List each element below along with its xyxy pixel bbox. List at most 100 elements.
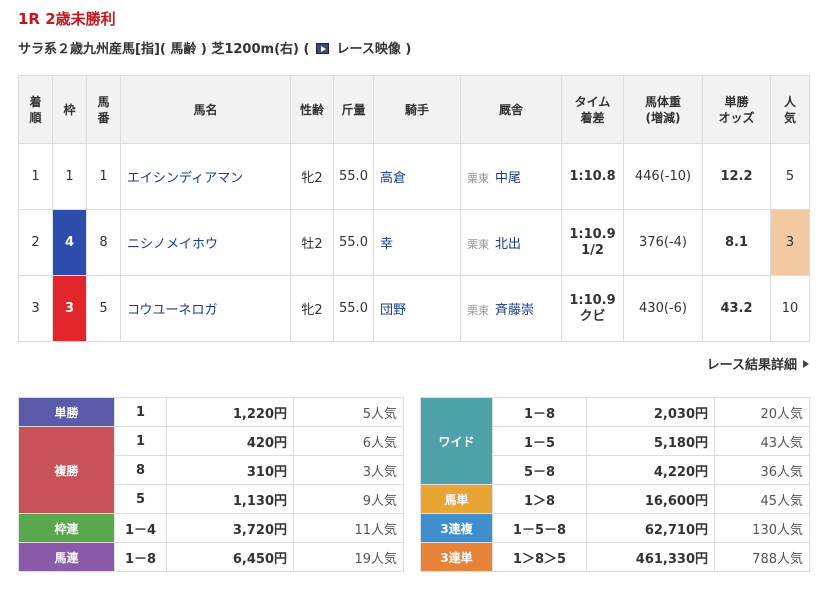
payout-popularity: 130人気 [714,513,810,543]
jockey-link[interactable]: 幸 [380,237,393,252]
payout-popularity: 3人気 [293,455,404,485]
payout-amount: 2,030円 [586,397,715,427]
popularity: 5 [770,143,810,210]
payout-popularity: 36人気 [714,455,810,485]
rank: 2 [18,209,53,276]
payout-combo: 1－5－8 [492,513,587,543]
payout-amount: 5,180円 [586,426,715,456]
col-jockey: 騎手 [373,75,461,144]
win-odds: 8.1 [702,209,771,276]
label-umaren: 馬連 [18,542,115,572]
payout-row-tansho: 単勝 1 1,220円 5人気 [18,397,404,427]
win-odds: 12.2 [702,143,771,210]
sex-age: 牝2 [290,275,334,342]
horse-name[interactable]: エイシンディアマン [120,143,291,210]
payout-popularity: 6人気 [293,426,404,456]
payout-combo: 1－5 [492,426,587,456]
rank: 1 [18,143,53,210]
col-pop: 人気 [770,75,810,144]
payout-row-wakuren: 枠連 1－4 3,720円 11人気 [18,513,404,543]
payout-popularity: 43人気 [714,426,810,456]
waku: 3 [52,275,87,342]
chevron-right-icon [803,360,809,368]
table-row: 2 4 8 ニシノメイホウ 牡2 55.0 幸 栗東 北出 1:10.9 1/2 3… [18,209,810,276]
col-body: 馬体重 (増減) [623,75,703,144]
race-conditions: サラ系２歳九州産馬[指]( 馬齢 ) 芝1200m(右) ( レース映像 ) [18,38,411,57]
payout-amount: 310円 [166,455,294,485]
payout-popularity: 45人気 [714,484,810,514]
label-sanrentan: 3連単 [420,542,493,572]
label-wide: ワイド [420,397,493,485]
payout-popularity: 20人気 [714,397,810,427]
col-weight: 斤量 [333,75,374,144]
payout-popularity: 788人気 [714,542,810,572]
payout-row-wide: ワイド 1－8 2,030円 20人気 [420,397,810,485]
horse-link[interactable]: コウユーネロガ [127,303,217,318]
col-umaban: 馬番 [86,75,121,144]
payout-amount: 4,220円 [586,455,715,485]
weight: 55.0 [333,275,374,342]
horse-name[interactable]: コウユーネロガ [120,275,291,342]
payout-amount: 6,450円 [166,542,294,572]
payout-row-fukusho: 複勝 1 420円 6人気 [18,426,404,514]
weight: 55.0 [333,143,374,210]
payout-table-right: ワイド 1－8 2,030円 20人気 1－5 5,180円 43人気 5－8 … [420,397,810,572]
jockey[interactable]: 幸 [373,209,461,276]
col-horse: 馬名 [120,75,291,144]
sex-age: 牡2 [290,209,334,276]
horse-link[interactable]: ニシノメイホウ [127,237,218,252]
payout-row-umaren: 馬連 1－8 6,450円 19人気 [18,542,404,572]
sex-age: 牝2 [290,143,334,210]
table-row: 1 1 1 エイシンディアマン 牝2 55.0 高倉 栗東 中尾 1:10.8 4… [18,143,810,210]
payout-amount: 420円 [166,426,294,456]
horse-link[interactable]: エイシンディアマン [127,171,243,186]
jockey-link[interactable]: 高倉 [380,171,406,186]
label-umatan: 馬単 [420,484,493,514]
payout-combo: 1－8 [492,397,587,427]
weight: 55.0 [333,209,374,276]
payout-row-sanrenpuku: 3連複 1－5－8 62,710円 130人気 [420,513,810,543]
col-odds: 単勝 オッズ [702,75,771,144]
payout-table-left: 単勝 1 1,220円 5人気 複勝 1 420円 6人気 8 310円 3人気… [18,397,404,572]
payout-amount: 62,710円 [586,513,715,543]
popularity: 10 [770,275,810,342]
trainer-link[interactable]: 中尾 [495,171,521,186]
jockey-link[interactable]: 団野 [380,303,406,318]
body-weight: 446(-10) [623,143,703,210]
col-time: タイム 着差 [561,75,624,144]
payout-row-umatan: 馬単 1＞8 16,600円 45人気 [420,484,810,514]
result-header-row: 着順 枠 馬番 馬名 性齢 斤量 騎手 厩舎 タイム 着差 馬体重 (増減) 単勝オ… [18,75,810,144]
body-weight: 430(-6) [623,275,703,342]
trainer-link[interactable]: 斉藤崇 [495,303,534,318]
payout-amount: 461,330円 [586,542,715,572]
body-weight: 376(-4) [623,209,703,276]
payout-popularity: 5人気 [293,397,404,427]
time: 1:10.9 クビ [561,275,624,342]
time: 1:10.9 1/2 [561,209,624,276]
trainer[interactable]: 栗東 中尾 [460,143,562,210]
race-detail-link[interactable]: レース結果詳細 [707,354,809,373]
col-rank: 着順 [18,75,53,144]
popularity: 3 [770,209,810,276]
payout-combo: 1－8 [114,542,167,572]
payout-combo: 1＞8 [492,484,587,514]
payout-popularity: 11人気 [293,513,404,543]
rank: 3 [18,275,53,342]
umaban: 5 [86,275,121,342]
jockey[interactable]: 団野 [373,275,461,342]
trainer[interactable]: 栗東 北出 [460,209,562,276]
trainer-region: 栗東 [467,172,489,185]
col-trainer: 厩舎 [460,75,562,144]
race-video-link[interactable]: レース映像 [336,42,400,57]
horse-name[interactable]: ニシノメイホウ [120,209,291,276]
payout-amount: 1,130円 [166,484,294,514]
win-odds: 43.2 [702,275,771,342]
payout-combo: 1 [114,426,167,456]
trainer[interactable]: 栗東 斉藤崇 [460,275,562,342]
video-icon[interactable] [315,43,329,54]
payout-combo: 5 [114,484,167,514]
trainer-link[interactable]: 北出 [495,237,521,252]
race-conditions-close: ) [405,42,412,57]
jockey[interactable]: 高倉 [373,143,461,210]
payout-popularity: 19人気 [293,542,404,572]
